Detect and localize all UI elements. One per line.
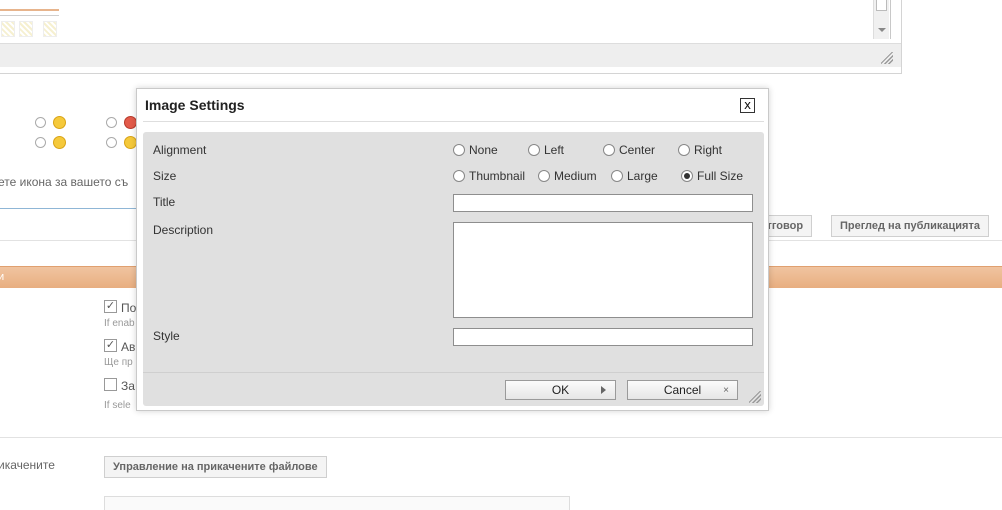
dialog-resize-grip-icon[interactable] [749,391,761,403]
icon-radio[interactable] [35,117,46,128]
close-x-icon: × [723,385,729,396]
option-hint: Ще пр [104,357,133,368]
image-settings-dialog: Image Settings x Alignment None Left Cen… [136,88,769,411]
cancel-button[interactable]: Cancel × [627,380,738,400]
radio-circle-icon [453,144,465,156]
cancel-button-label: Cancel [663,383,702,397]
alignment-label: Alignment [153,143,207,157]
alignment-right-radio[interactable]: Right [678,143,722,157]
radio-circle-icon [603,144,615,156]
option-label: Ав [121,340,136,354]
scrollbar-thumb[interactable] [876,0,887,11]
title-divider [143,121,764,122]
editor-image-thumbnail [19,21,33,37]
option-checkbox[interactable]: ✓ [104,300,117,313]
option-checkbox[interactable] [104,378,117,391]
radio-label: Medium [554,169,597,183]
editor-statusbar [0,43,901,67]
attachments-panel [104,496,570,510]
editor-content-area[interactable] [0,0,891,39]
close-icon[interactable]: x [740,98,755,113]
dialog-title: Image Settings [145,97,245,113]
radio-label: Right [694,143,723,157]
option-label: По [121,301,137,315]
smile-icon [53,136,66,149]
style-input[interactable] [453,328,753,346]
manage-attachments-button[interactable]: Управление на прикачените файлове [104,456,327,478]
section-divider [0,437,1002,438]
icon-radio[interactable] [106,137,117,148]
dialog-body: Alignment None Left Center Right Size Th… [143,132,764,406]
alignment-left-radio[interactable]: Left [528,143,564,157]
footer-divider [143,372,764,373]
radio-label: Center [619,143,656,157]
radio-label: Left [544,143,565,157]
editor-thumbnail-divider [0,15,59,16]
radio-circle-icon [678,144,690,156]
icon-hint-text: ете икона за вашето съ [0,175,129,189]
title-input[interactable] [453,194,753,212]
radio-label: Full Size [697,169,744,183]
size-label: Size [153,169,177,183]
alignment-none-radio[interactable]: None [453,143,498,157]
alignment-center-radio[interactable]: Center [603,143,655,157]
size-full-size-radio[interactable]: Full Size [681,169,743,183]
arrow-right-icon [601,386,606,394]
radio-label: Thumbnail [469,169,526,183]
size-thumbnail-radio[interactable]: Thumbnail [453,169,525,183]
icon-radio[interactable] [106,117,117,128]
preview-button[interactable]: Преглед на публикацията [831,215,989,237]
radio-circle-icon [528,144,540,156]
description-label: Description [153,223,214,237]
lightbulb-icon [53,116,66,129]
option-label: За [121,379,135,393]
option-checkbox[interactable]: ✓ [104,339,117,352]
radio-circle-icon [453,170,465,182]
option-hint: If enab [104,318,135,329]
title-label: Title [153,195,176,209]
editor-thumbnail-strip [0,9,59,11]
editor-scrollbar[interactable] [873,0,889,39]
editor-image-thumbnail [43,21,57,37]
size-medium-radio[interactable]: Medium [538,169,597,183]
attachments-label: икачените [0,458,55,472]
editor-image-thumbnail [1,21,15,37]
section-divider [0,208,138,209]
ok-button[interactable]: OK [505,380,616,400]
scroll-down-icon[interactable] [878,28,886,32]
editor-frame [0,0,902,74]
size-large-radio[interactable]: Large [611,169,658,183]
resize-grip-icon[interactable] [881,52,893,64]
radio-circle-icon [611,170,623,182]
radio-checked-icon [681,170,693,182]
option-hint: If sele [104,400,131,411]
style-label: Style [153,329,180,343]
icon-radio[interactable] [35,137,46,148]
radio-label: None [469,143,498,157]
radio-label: Large [627,169,658,183]
section-header-label: и [0,271,5,283]
ok-button-label: OK [551,383,570,397]
description-textarea[interactable] [453,222,753,318]
radio-circle-icon [538,170,550,182]
